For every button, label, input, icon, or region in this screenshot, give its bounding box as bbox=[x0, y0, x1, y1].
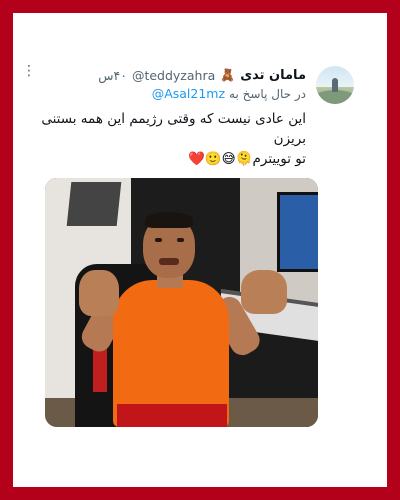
media-monitor bbox=[277, 192, 318, 272]
display-name[interactable]: مامان تدی bbox=[240, 68, 306, 83]
tweet-content: مامان تدی 🧸 @teddyzahra ۴۰س ⋮ در حال پاس… bbox=[22, 64, 306, 169]
media-eye-right bbox=[177, 238, 184, 242]
reply-context: در حال پاسخ به @Asal21mz bbox=[22, 86, 306, 101]
more-options-icon[interactable]: ⋮ bbox=[22, 64, 36, 80]
media-eye-left bbox=[155, 238, 162, 242]
avatar-hill bbox=[316, 90, 354, 104]
avatar-figure bbox=[332, 78, 338, 92]
media-red-shorts bbox=[117, 404, 227, 427]
media-shelf bbox=[66, 182, 122, 226]
tweet-text-line-2: تو توییترم🫠😅🙂❤️ bbox=[188, 151, 306, 167]
media-hair bbox=[145, 212, 193, 228]
tweet-header: مامان تدی 🧸 @teddyzahra ۴۰س bbox=[22, 66, 306, 84]
reply-prefix: در حال پاسخ به bbox=[229, 86, 306, 101]
tweet-text-line-1: این عادی نیست که وقتی رژیمم این همه بستن… bbox=[41, 111, 306, 147]
user-handle[interactable]: @teddyzahra bbox=[132, 68, 215, 83]
bear-emoji-icon: 🧸 bbox=[220, 68, 236, 82]
avatar[interactable] bbox=[316, 66, 354, 104]
tweet-time[interactable]: ۴۰س bbox=[98, 68, 127, 83]
reply-mention-link[interactable]: @Asal21mz bbox=[152, 86, 225, 101]
tweet-text: این عادی نیست که وقتی رژیمم این همه بستن… bbox=[22, 109, 306, 169]
tweet-media-image[interactable] bbox=[45, 178, 318, 427]
media-mouth bbox=[159, 258, 179, 265]
media-right-hand bbox=[241, 270, 287, 314]
media-left-hand bbox=[79, 270, 119, 316]
